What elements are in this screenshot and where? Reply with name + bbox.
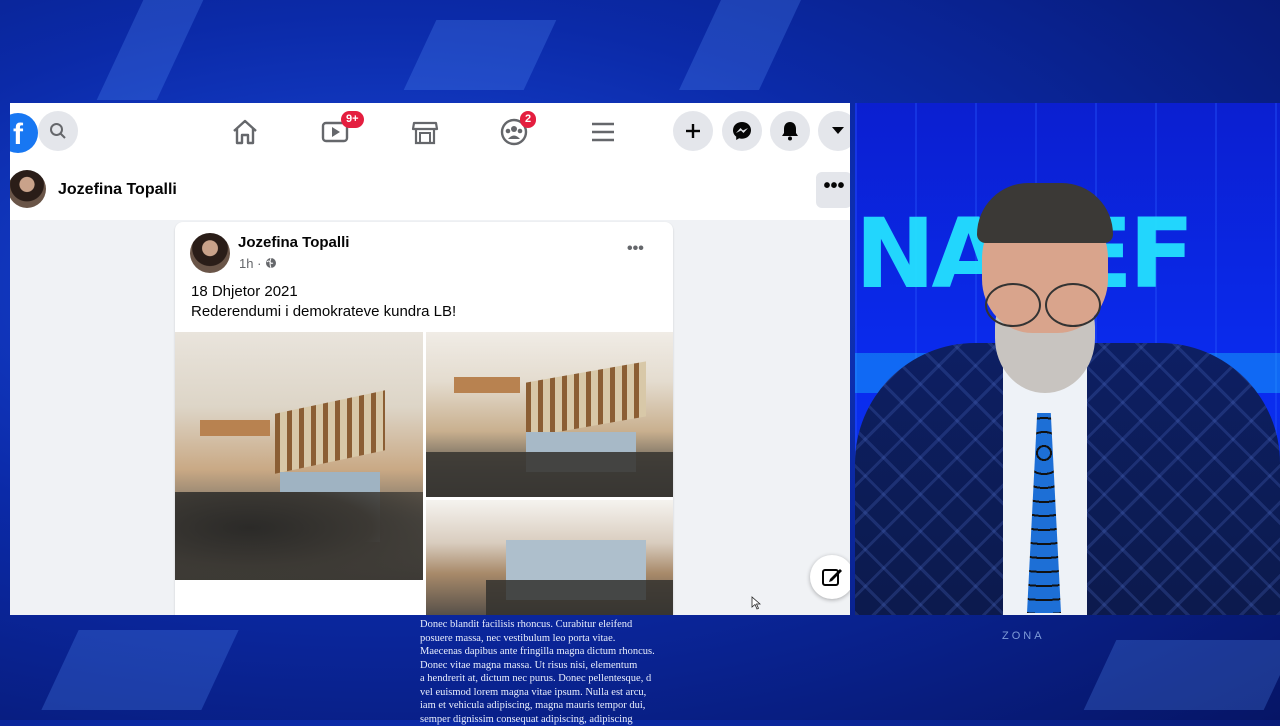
profile-name[interactable]: Jozefina Topalli bbox=[58, 181, 177, 199]
new-message-button[interactable] bbox=[810, 555, 850, 599]
post-caption-line: Rederendumi i demokrateve kundra LB! bbox=[191, 303, 456, 320]
ceiling-lamp bbox=[454, 377, 520, 393]
overlay-text-line: Donec vitae magna massa. Ut risus nisi, … bbox=[420, 659, 690, 673]
zona-watermark: ZONA bbox=[1002, 630, 1045, 642]
profile-more-button[interactable]: ••• bbox=[816, 172, 850, 208]
background-streak bbox=[97, 0, 204, 100]
post-time[interactable]: 1h · bbox=[239, 256, 261, 271]
overlay-text-line: posuere massa, nec vestibulum leo porta … bbox=[420, 632, 690, 646]
crowd bbox=[426, 452, 673, 497]
background-streak bbox=[404, 20, 557, 90]
plus-icon bbox=[684, 122, 702, 140]
avatar[interactable] bbox=[10, 170, 46, 208]
mouse-cursor-icon bbox=[751, 596, 761, 610]
notifications-button[interactable] bbox=[770, 111, 810, 151]
caret-down-icon bbox=[832, 126, 844, 136]
bell-icon bbox=[781, 121, 799, 141]
post-date-line: 18 Dhjetor 2021 bbox=[191, 283, 298, 300]
post-photo-3[interactable] bbox=[426, 500, 673, 615]
post-author-avatar[interactable] bbox=[190, 233, 230, 273]
window-frame bbox=[275, 390, 385, 473]
messenger-button[interactable] bbox=[722, 111, 762, 151]
marketplace-icon[interactable] bbox=[410, 117, 440, 147]
search-icon bbox=[49, 122, 67, 140]
messenger-icon bbox=[732, 121, 752, 141]
home-icon[interactable] bbox=[230, 117, 260, 147]
background-streak bbox=[41, 630, 238, 710]
glasses-right-lens bbox=[1045, 283, 1101, 327]
overlay-text-block: Donec blandit facilisis rhoncus. Curabit… bbox=[420, 618, 690, 726]
facebook-window: f 9+ 2 bbox=[10, 103, 850, 615]
background-streak bbox=[679, 0, 801, 90]
post-author-name[interactable]: Jozefina Topalli bbox=[238, 234, 349, 251]
window-frame bbox=[526, 361, 646, 437]
overlay-text-line: Maecenas dapibus ante fringilla magna di… bbox=[420, 645, 690, 659]
studio-broadcast: NAZEF bbox=[855, 103, 1280, 615]
overlay-text-line: iam et vehicula adipiscing, magna mauris… bbox=[420, 699, 690, 713]
search-button[interactable] bbox=[38, 111, 78, 151]
overlay-text-line: vel euismod lorem magna vitae ipsum. Nul… bbox=[420, 686, 690, 700]
ceiling-lamp bbox=[200, 420, 270, 436]
background-streak bbox=[1084, 640, 1280, 710]
crowd bbox=[486, 580, 673, 615]
post-more-button[interactable]: ••• bbox=[627, 240, 644, 258]
facebook-top-bar: f 9+ 2 bbox=[10, 103, 850, 160]
post-photo-2[interactable] bbox=[426, 332, 673, 497]
post-meta: 1h · bbox=[239, 256, 277, 271]
compose-icon bbox=[820, 565, 844, 589]
overlay-text-line: Donec blandit facilisis rhoncus. Curabit… bbox=[420, 618, 690, 632]
crowd bbox=[175, 492, 423, 582]
menu-icon[interactable] bbox=[588, 117, 618, 147]
create-button[interactable] bbox=[673, 111, 713, 151]
divider bbox=[175, 580, 423, 582]
facebook-logo[interactable]: f bbox=[10, 113, 38, 153]
account-menu-button[interactable] bbox=[818, 111, 850, 151]
overlay-text-line: a hendrerit at, dictum nec purus. Donec … bbox=[420, 672, 690, 686]
overlay-text-line: semper dignissim consequat adipiscing, a… bbox=[420, 713, 690, 726]
post-card: Jozefina Topalli 1h · ••• 18 Dhjetor 202… bbox=[175, 222, 673, 615]
video-notification-badge: 9+ bbox=[341, 111, 364, 128]
globe-icon bbox=[265, 257, 277, 269]
post-photo-1[interactable] bbox=[175, 332, 423, 582]
groups-notification-badge: 2 bbox=[520, 111, 536, 128]
profile-header-bar: Jozefina Topalli ••• bbox=[10, 160, 850, 220]
glasses-left-lens bbox=[985, 283, 1041, 327]
